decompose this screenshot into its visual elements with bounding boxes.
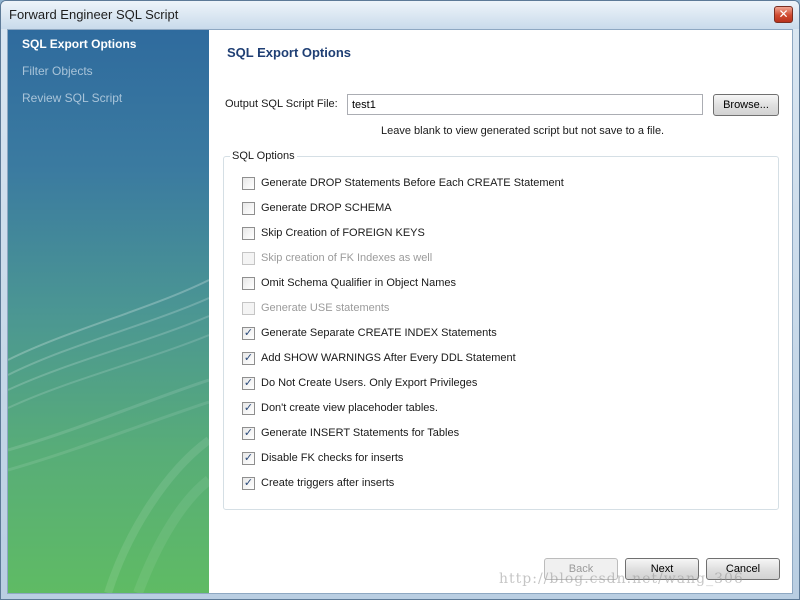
output-file-input[interactable] xyxy=(347,94,703,115)
checkbox-checked[interactable]: ✓ xyxy=(242,402,255,415)
page-title: SQL Export Options xyxy=(227,45,351,60)
option-label: Generate USE statements xyxy=(261,302,390,314)
option-label: Don't create view placehoder tables. xyxy=(261,402,438,414)
check-icon: ✓ xyxy=(243,402,254,414)
checkbox[interactable] xyxy=(242,202,255,215)
title-bar[interactable]: Forward Engineer SQL Script ✕ xyxy=(1,1,799,29)
close-icon: ✕ xyxy=(778,7,789,21)
check-icon: ✓ xyxy=(243,327,254,339)
sql-options-legend: SQL Options xyxy=(230,150,297,162)
watermark-text: http://blog.csdn.net/wang_306 xyxy=(499,571,744,587)
option-label: Skip creation of FK Indexes as well xyxy=(261,252,433,264)
window-title: Forward Engineer SQL Script xyxy=(9,7,179,22)
sql-options-group: SQL Options Generate DROP Statements Bef… xyxy=(223,150,779,510)
option-label: Disable FK checks for inserts xyxy=(261,452,404,464)
checkbox-disabled xyxy=(242,302,255,315)
sidebar-item-filter-objects[interactable]: Filter Objects xyxy=(22,64,93,78)
option-label: Generate DROP Statements Before Each CRE… xyxy=(261,177,564,189)
option-label: Omit Schema Qualifier in Object Names xyxy=(261,277,457,289)
option-label: Generate INSERT Statements for Tables xyxy=(261,427,460,439)
wizard-sidebar: SQL Export Options Filter Objects Review… xyxy=(8,30,209,593)
sidebar-swoosh-decoration xyxy=(8,279,209,593)
sidebar-item-sql-export-options[interactable]: SQL Export Options xyxy=(22,37,136,51)
check-icon: ✓ xyxy=(243,352,254,364)
checkbox[interactable] xyxy=(242,227,255,240)
checkbox-checked[interactable]: ✓ xyxy=(242,377,255,390)
dialog-window: Forward Engineer SQL Script ✕ SQL Export… xyxy=(0,0,800,600)
option-label: Skip Creation of FOREIGN KEYS xyxy=(261,227,425,239)
sidebar-item-review-sql-script[interactable]: Review SQL Script xyxy=(22,91,122,105)
check-icon: ✓ xyxy=(243,377,254,389)
output-file-label: Output SQL Script File: xyxy=(225,98,338,110)
checkbox-checked[interactable]: ✓ xyxy=(242,427,255,440)
option-label: Generate Separate CREATE INDEX Statement… xyxy=(261,327,497,339)
close-button[interactable]: ✕ xyxy=(774,6,793,23)
option-label: Add SHOW WARNINGS After Every DDL Statem… xyxy=(261,352,516,364)
checkbox-checked[interactable]: ✓ xyxy=(242,477,255,490)
browse-button[interactable]: Browse... xyxy=(713,94,779,116)
checkbox-checked[interactable]: ✓ xyxy=(242,327,255,340)
check-icon: ✓ xyxy=(243,427,254,439)
output-file-hint: Leave blank to view generated script but… xyxy=(381,125,665,137)
main-panel: SQL Export Options Output SQL Script Fil… xyxy=(209,30,792,593)
check-icon: ✓ xyxy=(243,477,254,489)
check-icon: ✓ xyxy=(243,452,254,464)
checkbox[interactable] xyxy=(242,277,255,290)
dialog-body: SQL Export Options Filter Objects Review… xyxy=(7,29,793,594)
checkbox[interactable] xyxy=(242,177,255,190)
option-label: Do Not Create Users. Only Export Privile… xyxy=(261,377,478,389)
checkbox-checked[interactable]: ✓ xyxy=(242,352,255,365)
option-label: Create triggers after inserts xyxy=(261,477,395,489)
checkbox-disabled xyxy=(242,252,255,265)
checkbox-checked[interactable]: ✓ xyxy=(242,452,255,465)
option-label: Generate DROP SCHEMA xyxy=(261,202,392,214)
